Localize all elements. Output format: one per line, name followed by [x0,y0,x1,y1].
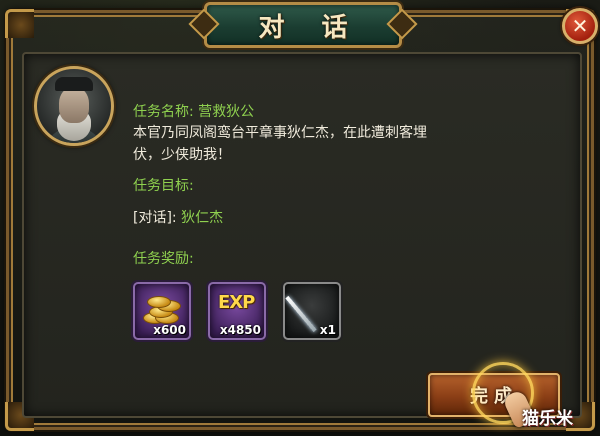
avatar-hat [55,77,93,91]
exp-icon: EXP [218,292,255,313]
npc-avatar [34,66,114,146]
task-goal-target-link[interactable]: 狄仁杰 [181,210,223,226]
reward-item-quantity: x1 [319,323,336,337]
task-description-line-1: 本官乃同凤阁鸾台平章事狄仁杰，在此遭刺客埋 [133,125,427,141]
dialog-title-plate: 对 话 [204,2,402,48]
task-name-label: 任务名称: [133,104,199,120]
task-description-line-2: 伏，少侠助我！ [133,147,231,163]
game-dialog-window: 对 话 ✕ 任务名称: 营救狄公 本官乃同凤阁鸾台平章事狄仁杰，在此遭刺客埋 伏… [0,0,600,436]
reward-item-slot[interactable]: x1 [283,282,341,340]
close-icon: ✕ [571,14,589,38]
reward-exp-quantity: x4850 [219,323,261,337]
site-watermark: 猫乐米 [522,409,573,429]
gold-coins-icon [143,294,181,324]
task-name-value: 营救狄公 [198,104,255,120]
reward-gold-quantity: x600 [153,323,186,337]
frame-corner-ornament [5,9,34,38]
reward-exp-slot[interactable]: EXP x4850 [208,282,266,340]
task-goal-label: 任务目标: [133,178,194,194]
sword-icon [285,295,317,333]
task-goal-prefix: [对话]: [133,210,182,226]
avatar-face [59,87,89,123]
task-name-line: 任务名称: 营救狄公 [133,101,254,123]
close-button[interactable]: ✕ [562,8,598,44]
dialog-title: 对 话 [258,12,362,43]
task-goal-line: [对话]: 狄仁杰 [133,207,223,229]
task-reward-label: 任务奖励: [133,251,194,267]
reward-gold-slot[interactable]: x600 [133,282,191,340]
